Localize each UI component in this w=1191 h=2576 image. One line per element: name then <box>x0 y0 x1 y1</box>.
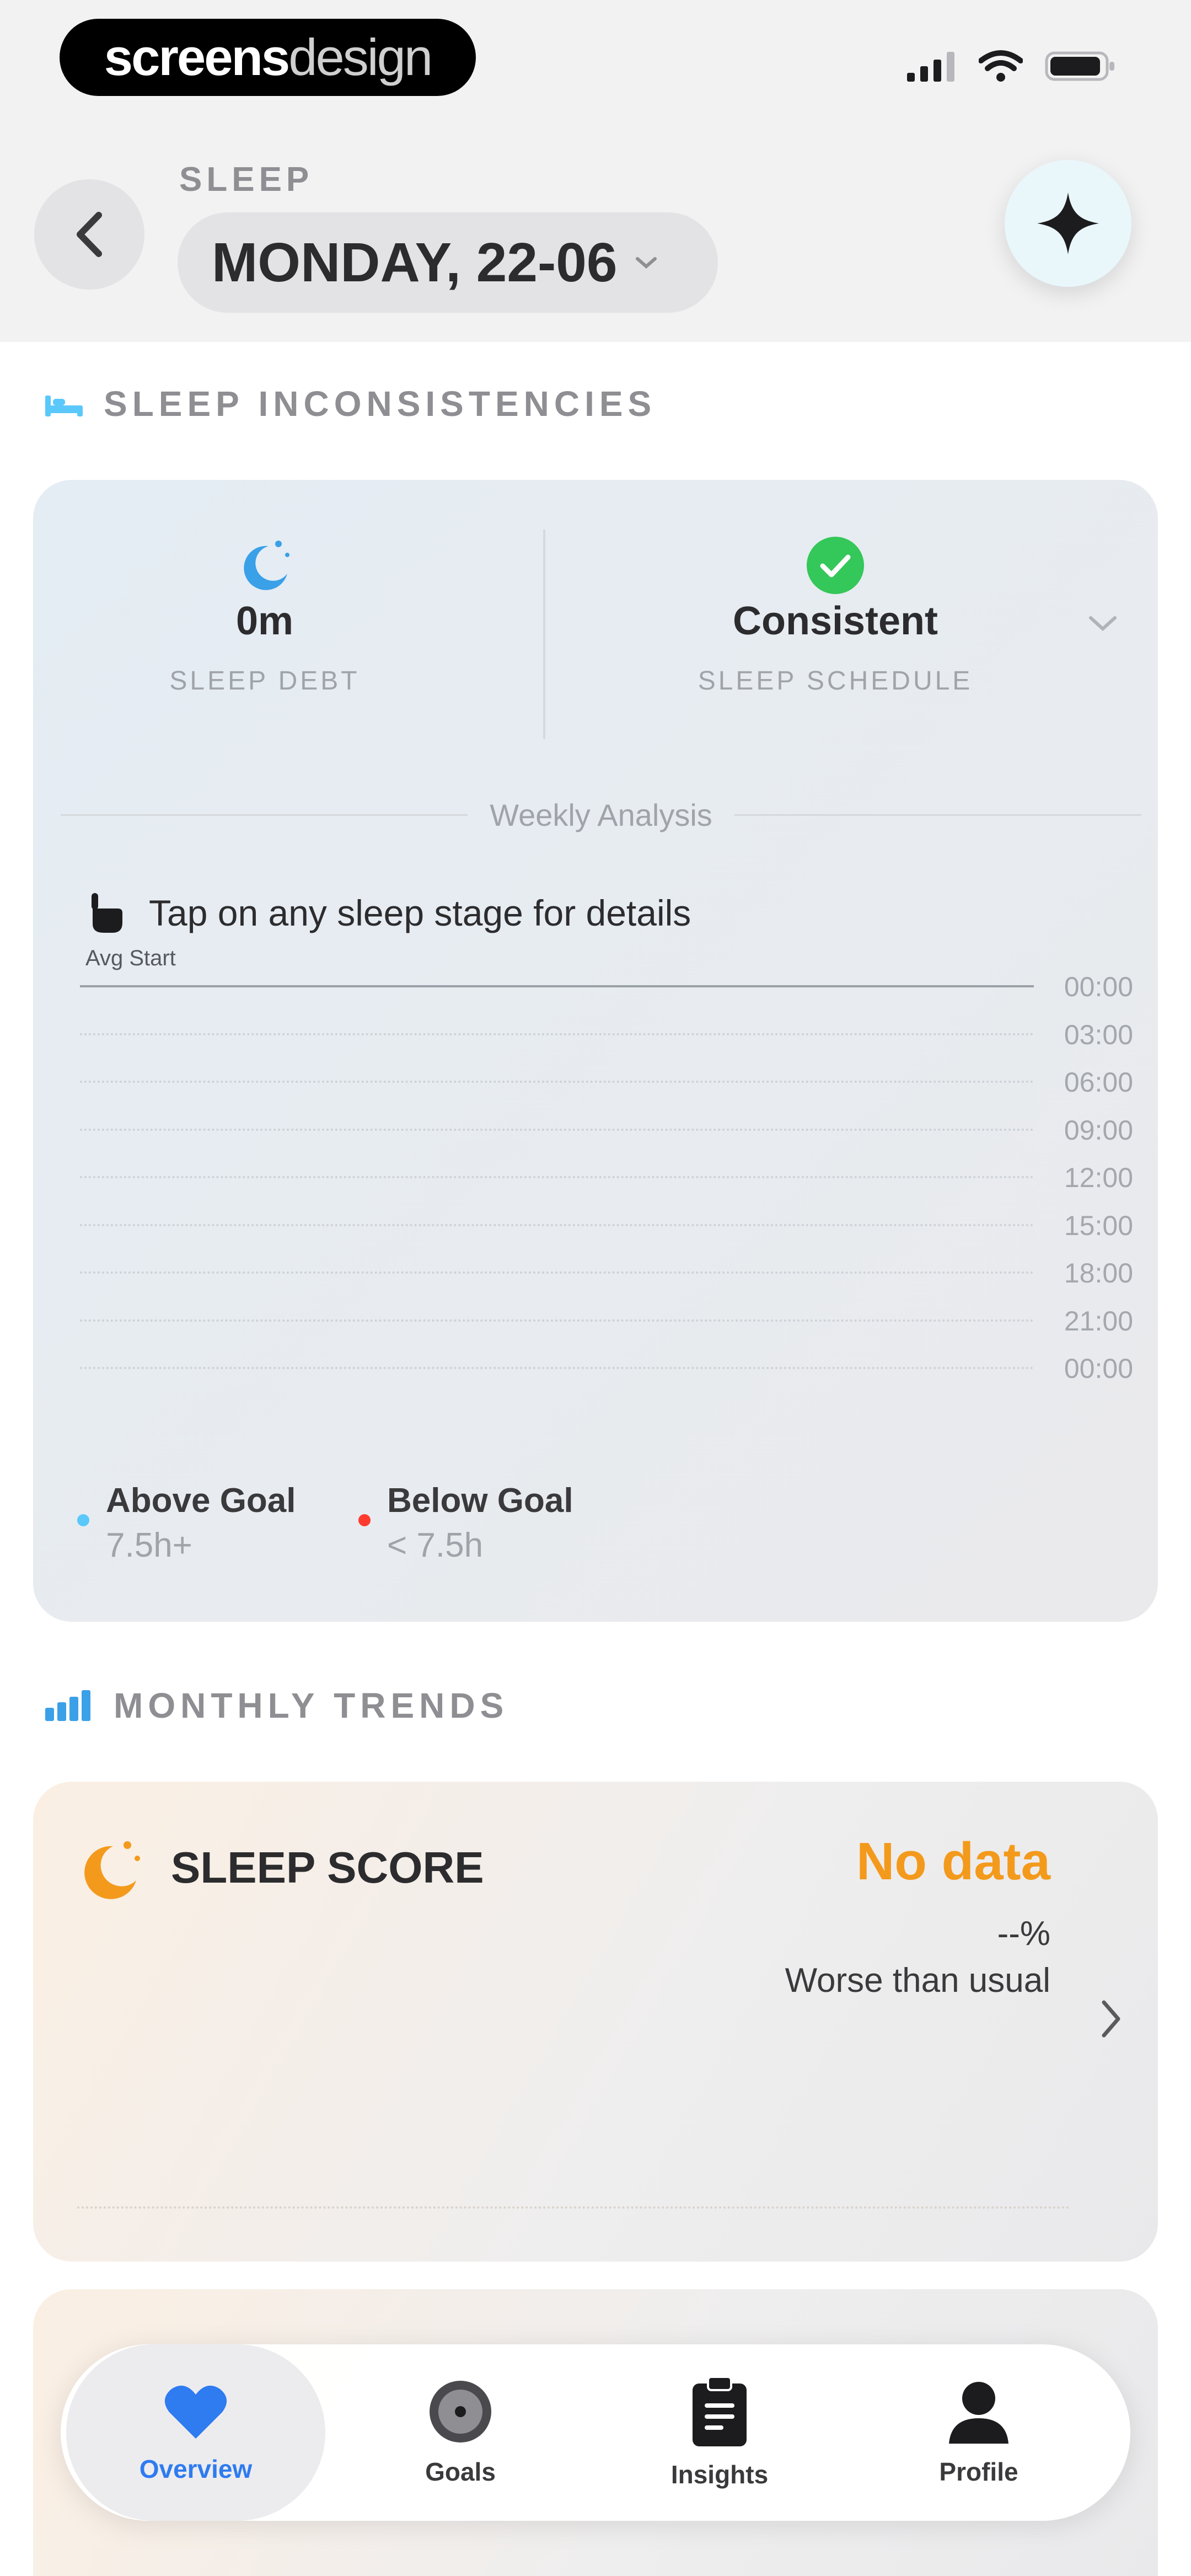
moon-stars-icon <box>84 1841 140 1899</box>
section-title-inconsistencies: SLEEP INCONSISTENCIES <box>44 383 656 424</box>
heart-icon <box>164 2385 227 2439</box>
header: screens design SLEEP MONDAY, 22-06 <box>0 0 1191 342</box>
target-icon <box>430 2381 491 2443</box>
chart-grid-line <box>80 1033 1034 1035</box>
section-title-text: MONTHLY TRENDS <box>114 1686 509 1725</box>
legend-sub: 7.5h+ <box>106 1526 192 1564</box>
chart-grid-line <box>80 985 1034 987</box>
sleep-debt-stat: 0m SLEEP DEBT <box>143 535 386 696</box>
chart-tick-label: 12:00 <box>1064 1162 1133 1193</box>
sleep-schedule-label: SLEEP SCHEDULE <box>698 666 973 696</box>
tab-label: Profile <box>939 2457 1018 2486</box>
tab-label: Goals <box>425 2457 496 2486</box>
tab-insights[interactable]: Insights <box>590 2344 849 2521</box>
chart-grid-line <box>80 1081 1034 1083</box>
back-button[interactable] <box>34 179 144 290</box>
sleep-score-title: SLEEP SCORE <box>171 1843 484 1892</box>
sleep-schedule-value: Consistent <box>732 599 938 643</box>
bed-icon <box>45 396 83 416</box>
sleep-debt-value: 0m <box>235 599 294 643</box>
sleep-inconsistencies-card[interactable]: 0m SLEEP DEBT Consistent SLEEP SCHEDULE … <box>33 480 1158 1622</box>
sparkle-icon <box>1037 193 1099 254</box>
chart-grid-line <box>80 1128 1034 1131</box>
status-bar <box>907 50 1117 83</box>
chart-tick-label: 00:00 <box>1064 1353 1133 1384</box>
section-title-text: SLEEP INCONSISTENCIES <box>104 384 657 424</box>
tap-hint: Tap on any sleep stage for details <box>88 891 691 935</box>
chart-tick-label: 00:00 <box>1064 971 1133 1002</box>
chart-grid-line <box>80 1176 1034 1178</box>
chevron-left-icon <box>77 212 102 257</box>
weekly-analysis-label: Weekly Analysis <box>490 798 712 832</box>
chart-grid-line <box>80 1367 1034 1369</box>
legend-dot-blue <box>77 1514 89 1526</box>
chart-tick-label: 03:00 <box>1064 1019 1133 1050</box>
legend-name: Below Goal <box>387 1482 573 1520</box>
tab-profile[interactable]: Profile <box>849 2344 1108 2521</box>
legend-above-goal: Above Goal 7.5h+ <box>77 1481 296 1565</box>
sleep-schedule-stat: Consistent SLEEP SCHEDULE <box>623 535 1048 696</box>
battery-icon <box>1045 51 1114 81</box>
chevron-right-icon[interactable] <box>1097 1997 1125 2041</box>
brand-logo: screens design <box>60 19 476 96</box>
sleep-score-comparison: Worse than usual <box>785 1962 1050 2000</box>
clipboard-icon <box>693 2376 747 2446</box>
chart-tick-label: 21:00 <box>1064 1305 1133 1337</box>
legend-name: Above Goal <box>106 1482 296 1520</box>
avg-start-label: Avg Start <box>85 946 176 970</box>
chart-tick-label: 06:00 <box>1064 1067 1133 1098</box>
sleep-debt-label: SLEEP DEBT <box>169 666 360 696</box>
tab-label: Overview <box>139 2455 253 2483</box>
bar-chart-icon <box>45 1690 90 1721</box>
signal-icon <box>907 52 954 82</box>
date-picker[interactable]: MONDAY, 22-06 <box>178 212 718 313</box>
tab-label: Insights <box>670 2460 769 2489</box>
tap-hand-icon <box>92 893 122 933</box>
section-caption: SLEEP <box>179 161 314 199</box>
date-label: MONDAY, 22-06 <box>212 231 618 293</box>
legend-sub: < 7.5h <box>387 1526 484 1564</box>
chart-tick-label: 18:00 <box>1064 1258 1133 1289</box>
weekly-analysis-divider: Weekly Analysis <box>61 797 1142 833</box>
ai-assistant-button[interactable] <box>1005 160 1131 287</box>
chart-grid-line <box>80 1223 1034 1226</box>
chevron-down-icon[interactable] <box>1086 612 1119 634</box>
tab-bar: Overview Goals Insights Profile <box>61 2344 1130 2521</box>
sleep-score-status: No data <box>856 1832 1050 1891</box>
sleep-score-card[interactable]: SLEEP SCORE No data --% Worse than usual <box>33 1782 1158 2262</box>
sleep-score-baseline <box>77 2206 1070 2209</box>
check-circle-icon <box>807 537 864 594</box>
legend-dot-red <box>358 1514 371 1526</box>
brand-text-light: design <box>288 28 433 86</box>
chart-grid-line <box>80 1271 1034 1274</box>
brand-text-bold: screens <box>104 28 290 86</box>
tab-overview[interactable]: Overview <box>66 2344 325 2521</box>
chart-tick-label: 15:00 <box>1064 1210 1133 1241</box>
wifi-icon <box>979 50 1023 82</box>
chart-tick-label: 09:00 <box>1064 1114 1133 1146</box>
moon-stars-icon <box>244 541 289 590</box>
chevron-down-icon <box>635 257 657 269</box>
section-title-trends: MONTHLY TRENDS <box>44 1685 508 1726</box>
stat-divider <box>543 530 545 739</box>
tap-hint-text: Tap on any sleep stage for details <box>149 892 691 933</box>
chart-grid-line <box>80 1319 1034 1322</box>
sleep-score-percent: --% <box>997 1915 1050 1953</box>
tab-goals[interactable]: Goals <box>331 2344 590 2521</box>
legend-below-goal: Below Goal < 7.5h <box>358 1481 573 1565</box>
person-icon <box>949 2382 1008 2444</box>
